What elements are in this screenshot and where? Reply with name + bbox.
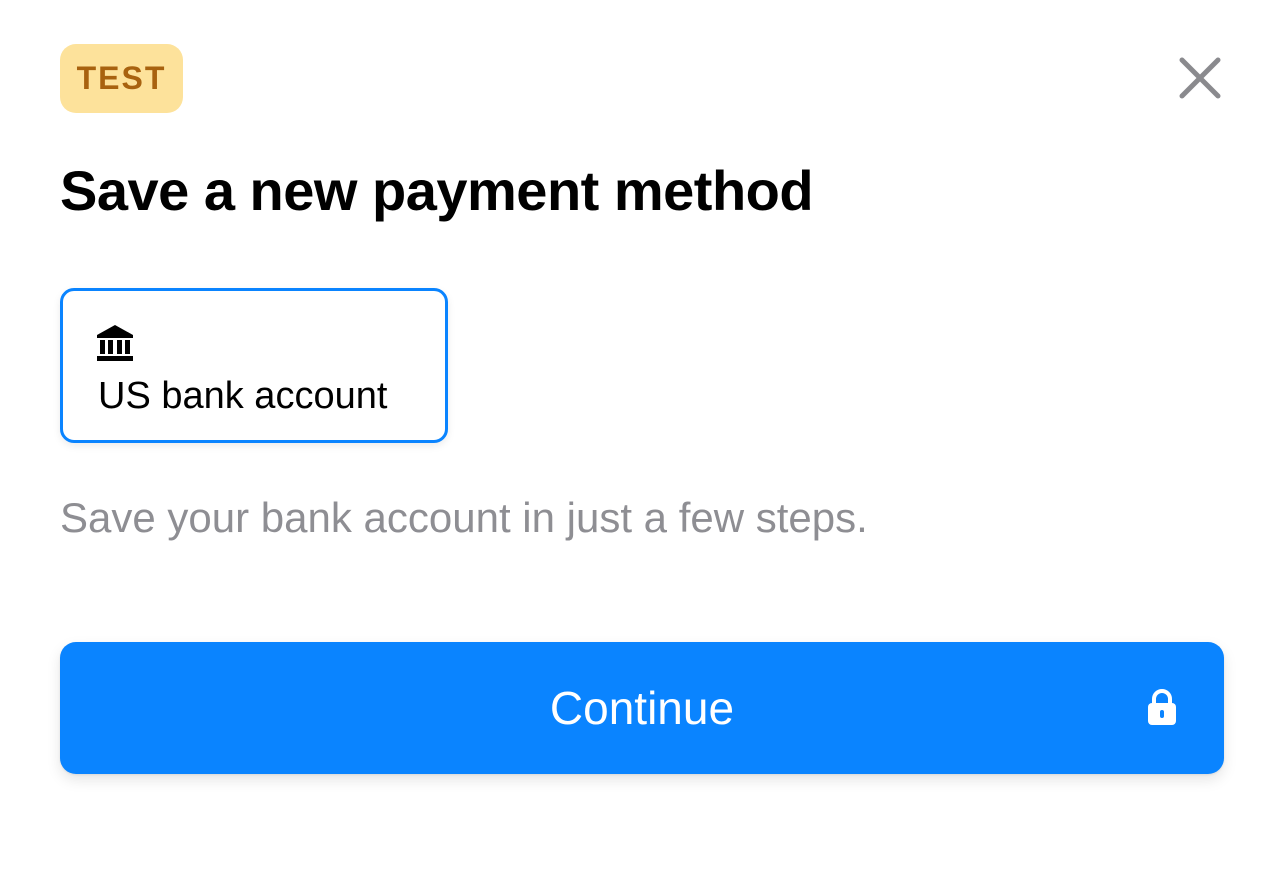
helper-text: Save your bank account in just a few ste… (60, 494, 868, 541)
page-title: Save a new payment method (60, 159, 814, 222)
lock-icon (1148, 689, 1176, 725)
test-badge-label: TEST (76, 60, 167, 96)
continue-button[interactable]: Continue (60, 642, 1224, 774)
payment-method-us-bank-account[interactable]: US bank account (60, 288, 448, 443)
continue-button-label: Continue (549, 682, 735, 734)
bank-icon (97, 325, 133, 361)
close-icon (1179, 57, 1221, 99)
payment-sheet: TEST Save a new payment method US bank a… (0, 0, 1284, 894)
test-mode-badge: TEST (60, 44, 183, 113)
close-button[interactable] (1172, 50, 1228, 106)
payment-method-label: US bank account (98, 375, 388, 417)
